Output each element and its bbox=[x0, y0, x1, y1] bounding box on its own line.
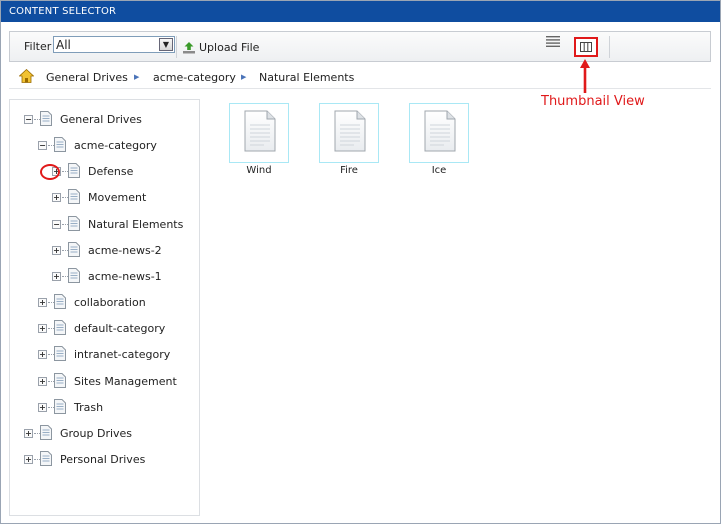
tree-node-label: acme-news-1 bbox=[88, 269, 162, 283]
breadcrumb: General Drives ▶ acme-category ▶ Natural… bbox=[9, 67, 711, 89]
filter-select[interactable]: All ▼ bbox=[53, 36, 175, 53]
document-icon bbox=[334, 110, 366, 152]
document-icon bbox=[54, 372, 66, 388]
collapse-icon[interactable]: − bbox=[24, 115, 33, 124]
thumbnail-frame[interactable] bbox=[229, 103, 289, 163]
expand-icon[interactable]: + bbox=[24, 454, 33, 464]
annotation-circle bbox=[40, 164, 60, 180]
upload-file-label: Upload File bbox=[199, 41, 260, 54]
tree-node-label: Sites Management bbox=[74, 374, 177, 388]
collapse-icon[interactable]: − bbox=[38, 141, 47, 151]
window-title: CONTENT SELECTOR bbox=[1, 1, 720, 22]
expand-icon[interactable]: + bbox=[38, 350, 47, 360]
thumbnail-frame[interactable] bbox=[409, 103, 469, 163]
breadcrumb-separator-icon: ▶ bbox=[134, 73, 140, 81]
document-icon bbox=[54, 320, 66, 336]
tree-node-label: Movement bbox=[88, 191, 147, 205]
document-icon bbox=[54, 398, 66, 414]
home-up-icon[interactable] bbox=[19, 69, 34, 83]
thumbnail-frame[interactable] bbox=[319, 103, 379, 163]
folder-tree: − General Drives − acme-category + Defense + Mo… bbox=[9, 99, 200, 516]
thumbnail-label: Fire bbox=[340, 165, 358, 176]
collapse-icon[interactable]: − bbox=[52, 219, 61, 229]
expand-icon[interactable]: + bbox=[38, 402, 47, 412]
thumbnail-view-button[interactable] bbox=[574, 37, 598, 57]
annotation-label: Thumbnail View bbox=[541, 94, 645, 109]
filter-selected-value: All bbox=[56, 38, 71, 52]
thumbnail-view-icon bbox=[580, 42, 592, 52]
breadcrumb-item-natural-elements[interactable]: Natural Elements bbox=[259, 71, 354, 84]
tree-node-label: General Drives bbox=[60, 113, 142, 126]
thumbnail-label: Wind bbox=[246, 165, 272, 176]
tree-node-label: Trash bbox=[74, 400, 104, 414]
thumbnail-item[interactable]: Wind bbox=[229, 103, 289, 181]
document-icon bbox=[54, 294, 66, 310]
toolbar: Filter All ▼ Upload File bbox=[9, 31, 711, 62]
expand-icon[interactable]: + bbox=[52, 245, 61, 255]
expand-icon[interactable]: + bbox=[38, 298, 47, 308]
document-icon bbox=[68, 189, 80, 205]
thumbnail-item[interactable]: Ice bbox=[409, 103, 469, 181]
tree-node-label: collaboration bbox=[74, 296, 146, 310]
filter-label: Filter bbox=[24, 40, 52, 53]
tree-node-label: Group Drives bbox=[60, 426, 133, 440]
document-icon bbox=[40, 424, 52, 440]
upload-icon bbox=[183, 42, 195, 54]
expand-icon[interactable]: + bbox=[52, 271, 61, 281]
breadcrumb-item-general-drives[interactable]: General Drives bbox=[46, 71, 128, 84]
thumbnail-label: Ice bbox=[431, 165, 447, 176]
expand-icon[interactable]: + bbox=[38, 324, 47, 334]
document-icon bbox=[68, 163, 80, 179]
toolbar-divider bbox=[176, 36, 177, 58]
breadcrumb-separator-icon: ▶ bbox=[241, 73, 247, 81]
content-selector-window: CONTENT SELECTOR Filter All ▼ Upload Fil… bbox=[0, 0, 721, 524]
expand-icon[interactable]: + bbox=[52, 193, 61, 203]
tree-node-label: acme-news-2 bbox=[88, 243, 162, 257]
expand-icon[interactable]: + bbox=[38, 376, 47, 386]
document-icon bbox=[40, 450, 52, 466]
tree-node-label: Natural Elements bbox=[88, 217, 184, 231]
document-icon bbox=[68, 267, 80, 283]
tree-node-label: Defense bbox=[88, 165, 134, 179]
document-icon bbox=[68, 215, 80, 231]
breadcrumb-item-acme-category[interactable]: acme-category bbox=[153, 71, 236, 84]
annotation-arrow-icon bbox=[580, 59, 590, 93]
document-icon bbox=[54, 137, 66, 153]
expand-icon[interactable]: + bbox=[24, 428, 33, 438]
tree-node-label: Personal Drives bbox=[60, 452, 146, 466]
document-icon bbox=[424, 110, 456, 152]
document-icon bbox=[68, 241, 80, 257]
tree-node-label: acme-category bbox=[74, 139, 157, 153]
document-icon bbox=[40, 111, 52, 126]
thumbnail-item[interactable]: Fire bbox=[319, 103, 379, 181]
chevron-down-icon[interactable]: ▼ bbox=[159, 38, 173, 51]
tree-node-label: default-category bbox=[74, 322, 166, 336]
document-icon bbox=[244, 110, 276, 152]
tree-node-label: intranet-category bbox=[74, 348, 171, 362]
toolbar-divider bbox=[609, 36, 610, 58]
document-icon bbox=[54, 346, 66, 362]
list-view-icon[interactable] bbox=[546, 36, 560, 47]
